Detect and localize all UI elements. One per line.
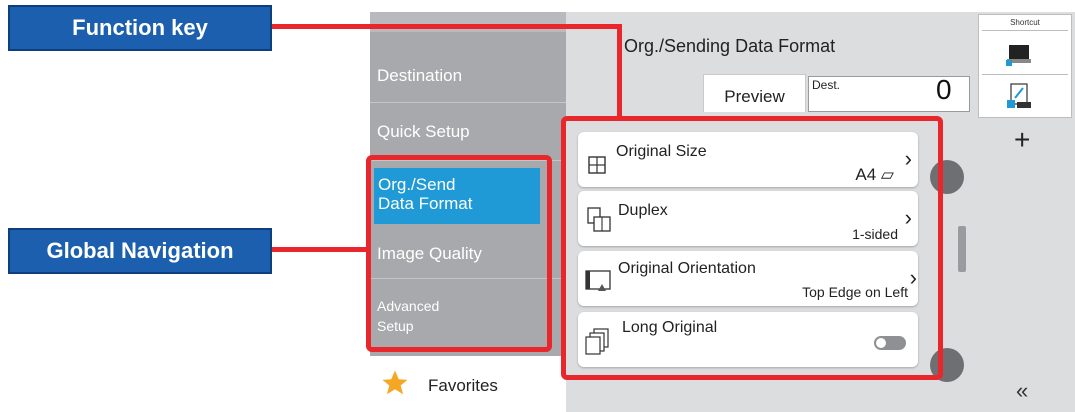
shortcut-document-icon [1007, 83, 1031, 108]
dest-label: Dest. [812, 78, 841, 92]
function-key-connector-vertical [617, 24, 622, 119]
shortcut-divider [982, 30, 1068, 31]
star-icon [382, 370, 408, 395]
global-navigation-callout: Global Navigation [8, 228, 272, 274]
nav-divider [370, 102, 566, 103]
global-navigation-highlight [366, 155, 552, 352]
dest-count: 0 [936, 74, 952, 105]
nav-item-destination[interactable]: Destination [370, 66, 566, 85]
shortcut-title: Shortcut [1010, 18, 1040, 27]
nav-top-spacer [370, 12, 566, 32]
shortcut-send-icon [1006, 45, 1031, 66]
favorites-label: Favorites [428, 376, 498, 395]
nav-item-quick-setup[interactable]: Quick Setup [370, 122, 566, 141]
function-key-highlight [561, 116, 943, 380]
scrollbar-thumb[interactable] [958, 226, 966, 272]
function-key-callout: Function key [8, 5, 272, 51]
function-key-connector [270, 24, 622, 29]
shortcut-divider [982, 74, 1068, 75]
global-navigation-connector [270, 247, 368, 252]
shortcut-button-1[interactable] [1005, 42, 1033, 68]
favorites-button[interactable]: Favorites [370, 356, 566, 412]
page-title: Org./Sending Data Format [624, 36, 836, 56]
collapse-panel-button[interactable]: « [1016, 378, 1028, 404]
shortcut-button-2[interactable] [1005, 82, 1033, 110]
tab-preview[interactable]: Preview [703, 74, 806, 112]
add-shortcut-button[interactable]: + [1014, 124, 1030, 156]
